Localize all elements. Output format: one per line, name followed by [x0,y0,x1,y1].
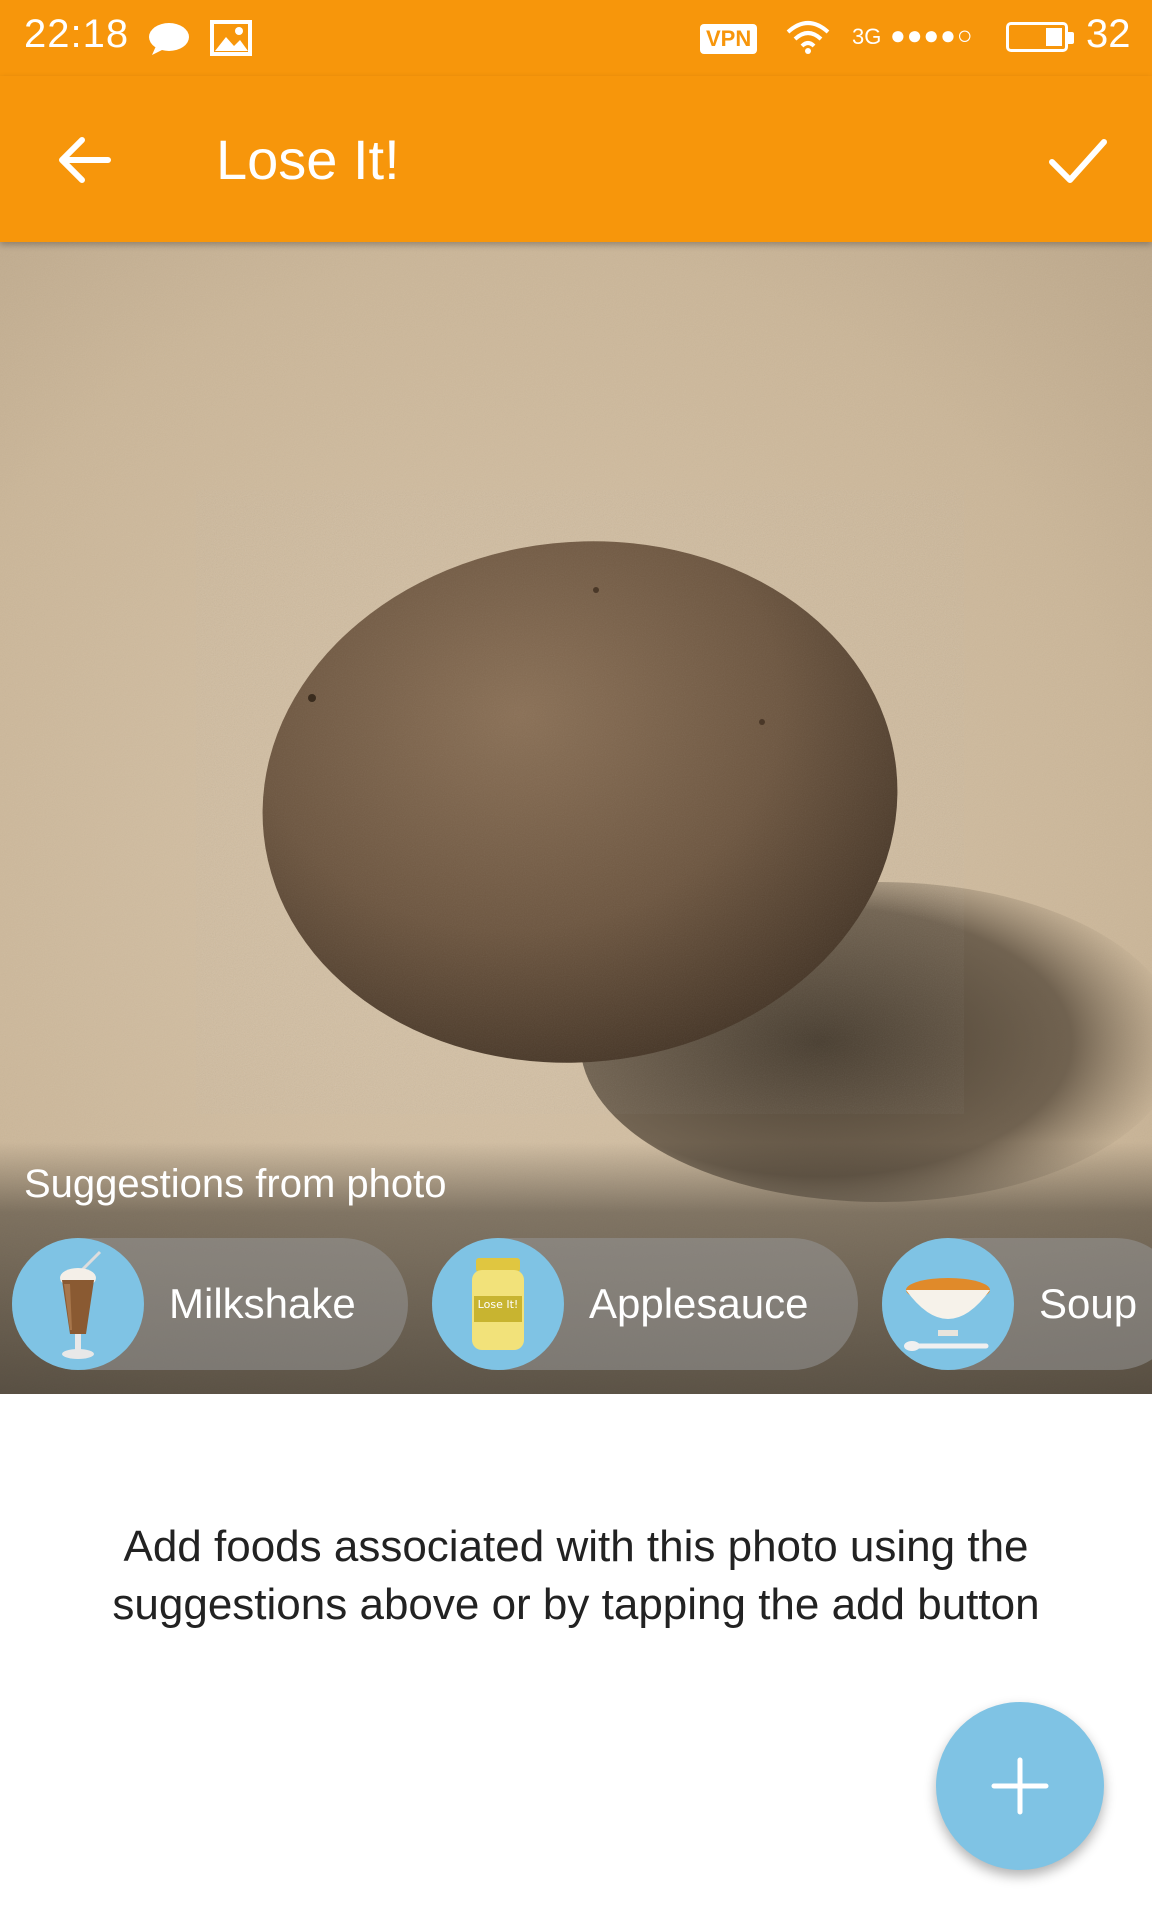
status-bar: 22:18 VPN 3G ●●●●○ 32 [0,0,1152,76]
add-food-button[interactable] [936,1702,1104,1870]
network-type: 3G [852,24,882,49]
chat-icon [148,22,190,61]
wifi-icon [786,20,830,59]
image-icon [210,20,252,61]
status-time: 22:18 [24,12,130,56]
app-bar: Lose It! [0,76,1152,242]
page-title: Lose It! [216,128,400,191]
arrow-left-icon [59,137,111,183]
suggestion-label: Soup [1039,1280,1138,1327]
back-button[interactable] [52,128,116,192]
empty-state-message: Add foods associated with this photo usi… [112,1522,1040,1629]
plus-icon [991,1757,1049,1815]
suggestion-label: Applesauce [589,1280,809,1327]
soup-bowl-icon [882,1238,1014,1370]
confirm-button[interactable] [1046,128,1110,192]
battery-icon [1006,22,1074,52]
suggestion-chip-milkshake[interactable]: Milkshake [12,1238,408,1370]
applesauce-jar-icon: Lose It! [432,1238,564,1370]
food-photo [0,242,1152,1394]
milkshake-icon [12,1238,144,1370]
suggestion-label: Milkshake [169,1280,356,1327]
suggestion-chip-soup[interactable]: Soup [882,1238,1152,1370]
checkmark-icon [1049,139,1107,183]
suggestions-title: Suggestions from photo [24,1162,447,1206]
vpn-badge: VPN [700,24,758,54]
suggestion-chip-applesauce[interactable]: Lose It! Applesauce [432,1238,858,1370]
signal-strength: ●●●●○ [890,20,974,50]
jar-label-text: Lose It! [478,1298,519,1311]
battery-level: 32 [1086,12,1131,56]
